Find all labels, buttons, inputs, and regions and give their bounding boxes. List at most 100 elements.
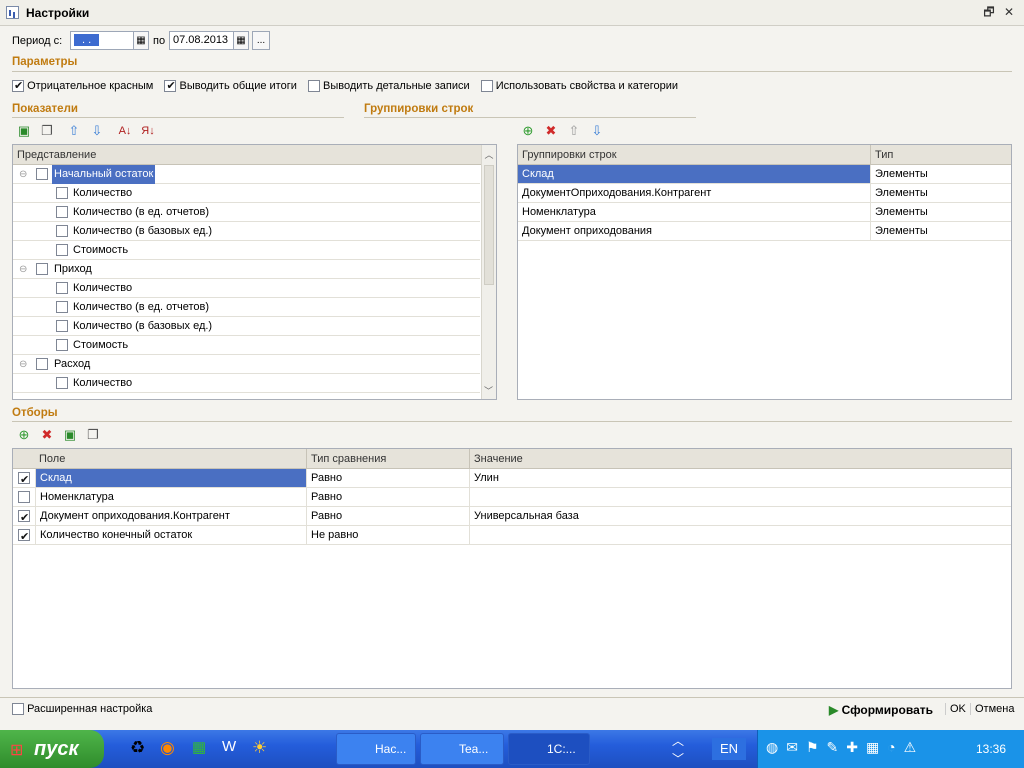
move-down-icon[interactable]: ⇩ (589, 123, 605, 139)
scroll-up-icon[interactable]: ︿ (482, 148, 496, 161)
tree-row-label: Стоимость (73, 244, 129, 256)
checkbox[interactable] (56, 225, 68, 237)
restore-icon[interactable]: 🗗 (982, 5, 996, 19)
grouping-row[interactable]: ДокументОприходования.Контрагент Элементы (518, 184, 1011, 203)
param-option[interactable]: Выводить общие итоги (164, 79, 297, 93)
firefox-icon[interactable]: ◉ (160, 738, 175, 758)
tree-row-label: Начальный остаток (52, 165, 156, 184)
checkbox[interactable] (56, 282, 68, 294)
checkbox[interactable] (56, 339, 68, 351)
sort-desc-icon[interactable]: Я↓ (140, 123, 156, 139)
collapse-icon[interactable]: ⊖ (19, 355, 27, 374)
collapse-icon[interactable]: ⊖ (19, 260, 27, 279)
tree-row[interactable]: Количество (13, 279, 480, 298)
report-icon (6, 6, 19, 19)
grouping-name: Номенклатура (522, 206, 596, 218)
checkbox[interactable] (36, 168, 48, 180)
scroll-down-icon[interactable]: ﹀ (672, 750, 684, 767)
grouping-row[interactable]: Документ оприходования Элементы (518, 222, 1011, 241)
checkbox[interactable] (18, 509, 30, 528)
tree-row[interactable]: ⊖ Приход (13, 260, 480, 279)
checkbox[interactable] (480, 80, 493, 93)
tree-row[interactable]: Количество (13, 374, 480, 393)
check-all-icon[interactable]: ▣ (62, 427, 78, 443)
collapse-icon[interactable]: ⊖ (19, 165, 27, 184)
checkbox[interactable] (12, 79, 24, 93)
tree-row[interactable]: ⊖ Начальный остаток (13, 165, 480, 184)
calendar-icon[interactable]: ▦ (133, 31, 149, 50)
add-icon[interactable]: ⊕ (520, 123, 536, 139)
checkbox[interactable] (56, 187, 68, 199)
move-up-icon[interactable]: ⇧ (66, 123, 82, 139)
checkbox[interactable] (56, 244, 68, 256)
tree-row[interactable]: Количество (13, 184, 480, 203)
checkbox[interactable] (56, 377, 68, 389)
move-down-icon[interactable]: ⇩ (89, 123, 105, 139)
move-up-icon[interactable]: ⇧ (566, 123, 582, 139)
tree-row[interactable]: Количество (в базовых ед.) (13, 222, 480, 241)
indicators-header: Представление (13, 145, 496, 165)
check-all-icon[interactable]: ▣ (16, 123, 32, 139)
tree-row[interactable]: Стоимость (13, 336, 480, 355)
advanced-settings[interactable]: Расширенная настройка (12, 703, 152, 716)
task-1c[interactable]: 1С:... (508, 733, 590, 765)
period-to-input[interactable]: 07.08.2013 (169, 31, 234, 50)
scroll-thumb[interactable] (484, 165, 494, 285)
word-icon[interactable]: W (222, 738, 236, 755)
param-option[interactable]: Выводить детальные записи (307, 80, 470, 93)
checkbox[interactable] (56, 320, 68, 332)
calendar-icon[interactable]: ▦ (233, 31, 249, 50)
uncheck-all-icon[interactable]: ❐ (39, 123, 55, 139)
filter-row[interactable]: Документ оприходования.КонтрагентРавноУн… (13, 507, 1011, 528)
grouping-row[interactable]: Номенклатура Элементы (518, 203, 1011, 222)
checkbox[interactable] (36, 263, 48, 275)
cancel-button[interactable]: Отмена (970, 703, 1014, 715)
uncheck-all-icon[interactable]: ❐ (85, 427, 101, 443)
delete-icon[interactable]: ✖ (543, 123, 559, 139)
checkbox[interactable] (18, 471, 30, 490)
filter-value: Улин (469, 469, 499, 487)
col-header: Поле (39, 453, 66, 465)
ok-button[interactable]: OK (945, 703, 966, 715)
tree-row[interactable]: Количество (в ед. отчетов) (13, 298, 480, 317)
period-from-input[interactable]: . . (70, 31, 134, 50)
checkbox[interactable] (56, 206, 68, 218)
checkbox[interactable] (18, 491, 30, 503)
scroll-up-icon[interactable]: ︿ (672, 732, 684, 749)
grouping-row[interactable]: Склад Элементы (518, 165, 1011, 184)
recycle-icon[interactable]: ♻ (130, 738, 145, 758)
delete-icon[interactable]: ✖ (39, 427, 55, 443)
close-icon[interactable]: ✕ (1002, 5, 1016, 19)
tray-icons[interactable]: ◍✉⚑✎✚▦◔⚠ (766, 739, 924, 756)
windows-logo-icon: ⊞ (10, 742, 24, 759)
tree-row[interactable]: ⊖ Расход (13, 355, 480, 374)
groupings-title: Группировки строк (364, 103, 474, 115)
filter-comparison: Равно (306, 469, 469, 487)
param-option[interactable]: Использовать свойства и категории (480, 80, 678, 93)
filter-field: Количество конечный остаток (35, 526, 306, 544)
add-icon[interactable]: ⊕ (16, 427, 32, 443)
generate-button[interactable]: ▶ Сформировать (829, 703, 933, 717)
task-settings[interactable]: Нас... (336, 733, 416, 765)
checkbox[interactable] (307, 80, 320, 93)
language-indicator[interactable]: EN (712, 738, 746, 760)
checkbox[interactable] (18, 528, 30, 547)
param-option[interactable]: Отрицательное красным (12, 79, 153, 93)
checkbox[interactable] (56, 301, 68, 313)
scrollbar[interactable]: ︿ ﹀ (481, 145, 496, 399)
checkbox[interactable] (164, 79, 177, 93)
checkbox[interactable] (12, 703, 24, 716)
sort-asc-icon[interactable]: A↓ (117, 123, 133, 139)
tree-row[interactable]: Количество (в ед. отчетов) (13, 203, 480, 222)
filter-row[interactable]: СкладРавноУлин (13, 469, 1011, 490)
excel-icon[interactable]: ▦ (192, 738, 206, 756)
task-teamviewer[interactable]: Tea... (420, 733, 504, 765)
scroll-down-icon[interactable]: ﹀ (482, 384, 495, 397)
filter-row[interactable]: Количество конечный остатокНе равно (13, 526, 1011, 547)
sun-icon[interactable]: ☀ (252, 738, 267, 758)
tree-row[interactable]: Стоимость (13, 241, 480, 260)
tree-row[interactable]: Количество (в базовых ед.) (13, 317, 480, 336)
checkbox[interactable] (36, 358, 48, 370)
period-select-button[interactable]: ... (252, 31, 270, 50)
filter-row[interactable]: Номенклатура Равно (13, 488, 1011, 507)
